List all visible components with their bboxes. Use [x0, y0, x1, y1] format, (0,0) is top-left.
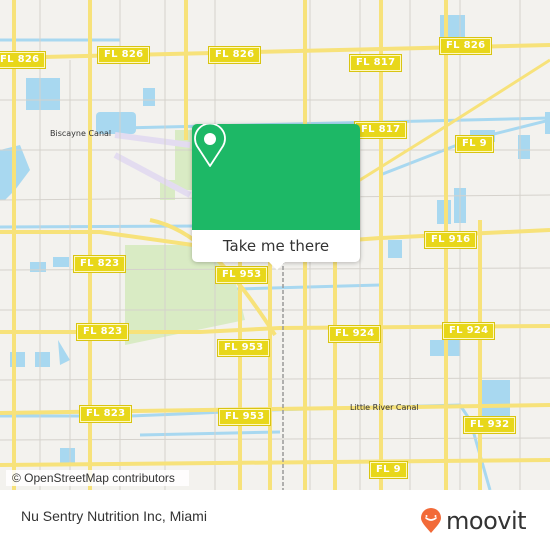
map[interactable]: FL 826 FL 826 FL 826 FL 826 FL 817 FL 81… [0, 0, 550, 490]
little-river-canal-label: Little River Canal [350, 403, 419, 412]
road-shield: FL 924 [441, 322, 496, 340]
road-shield: FL 953 [214, 266, 269, 284]
map-pin-icon [194, 124, 226, 167]
brand-name: moovit [446, 507, 527, 535]
road-shield: FL 817 [348, 54, 403, 72]
road-shield: FL 817 [353, 121, 408, 139]
biscayne-canal-label: Biscayne Canal [50, 129, 112, 138]
popup-pointer [269, 262, 285, 270]
place-name: Nu Sentry Nutrition Inc, Miami [21, 508, 207, 524]
location-popup: Take me there [192, 124, 360, 270]
map-attribution[interactable]: © OpenStreetMap contributors [6, 470, 189, 486]
road-shield: FL 823 [72, 255, 127, 273]
road-shield: FL 826 [438, 37, 493, 55]
road-shield: FL 953 [217, 408, 272, 426]
moovit-logo[interactable]: moovit [420, 507, 527, 535]
road-shield: FL 924 [327, 325, 382, 343]
road-shield: FL 9 [455, 135, 494, 153]
road-shield: FL 826 [207, 46, 262, 64]
moovit-pin-icon [421, 508, 441, 533]
popup-header [192, 124, 360, 230]
road-shield: FL 823 [78, 405, 133, 423]
road-shield: FL 826 [96, 46, 151, 64]
road-shield: FL 932 [462, 416, 517, 434]
road-shield: FL 823 [75, 323, 130, 341]
take-me-there-button[interactable]: Take me there [192, 230, 360, 262]
road-shield: FL 953 [216, 339, 271, 357]
road-shield: FL 916 [423, 231, 478, 249]
road-shield: FL 9 [369, 461, 408, 479]
road-shield: FL 826 [0, 51, 47, 69]
